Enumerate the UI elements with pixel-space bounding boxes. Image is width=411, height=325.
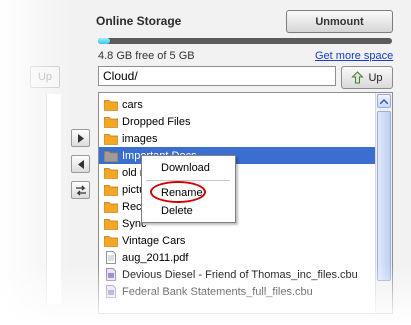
path-input[interactable] (98, 66, 336, 86)
cbu-file-icon (106, 268, 116, 281)
storage-progress-bar (98, 38, 392, 44)
sync-arrows-icon (75, 185, 86, 195)
folder-icon (104, 134, 118, 145)
file-list-item[interactable]: Dropped Files (99, 113, 375, 130)
get-more-space-link[interactable]: Get more space (315, 50, 393, 62)
copy-left-button[interactable] (71, 155, 90, 173)
chevron-up-icon (380, 98, 388, 104)
arrow-right-icon (77, 133, 84, 143)
unmount-button[interactable]: Unmount (286, 10, 393, 33)
sync-button[interactable] (71, 181, 90, 199)
folder-icon (104, 151, 118, 162)
menu-item-download[interactable]: Download (161, 162, 210, 174)
panel-title: Online Storage (96, 14, 182, 28)
file-list-item[interactable]: aug_2011.pdf (99, 249, 375, 266)
file-name: cars (122, 98, 143, 111)
file-name: Dropped Files (122, 115, 191, 128)
file-list-item[interactable]: Federal Bank Statements_full_files.cbu (99, 283, 375, 300)
folder-icon (104, 185, 118, 196)
file-name: images (122, 132, 158, 145)
document-icon (106, 251, 116, 264)
folder-icon (104, 202, 118, 213)
file-list-scrollbar[interactable] (375, 93, 392, 313)
scroll-thumb[interactable] (377, 111, 391, 281)
cbu-file-icon (106, 285, 116, 298)
menu-item-delete[interactable]: Delete (161, 205, 193, 217)
folder-icon (104, 168, 118, 179)
file-name: Devious Diesel - Friend of Thomas_inc_fi… (122, 268, 358, 281)
file-list-item[interactable]: cars (99, 96, 375, 113)
file-list-item[interactable]: images (99, 130, 375, 147)
folder-icon (104, 100, 118, 111)
folder-icon (104, 236, 118, 247)
arrow-left-icon (77, 159, 84, 169)
folder-icon (104, 117, 118, 128)
storage-info-text: 4.8 GB free of 5 GB (98, 50, 195, 62)
file-list-item[interactable]: Vintage Cars (99, 232, 375, 249)
up-folder-icon (351, 71, 365, 84)
storage-progress-fill (98, 38, 110, 44)
file-name: aug_2011.pdf (122, 251, 189, 264)
local-up-button[interactable]: Up (30, 66, 60, 88)
file-name: Vintage Cars (122, 234, 186, 247)
local-file-list[interactable] (46, 94, 61, 304)
copy-right-button[interactable] (71, 129, 90, 147)
rename-highlight-ring (150, 181, 206, 203)
up-button[interactable]: Up (341, 66, 393, 89)
file-list-item[interactable]: Devious Diesel - Friend of Thomas_inc_fi… (99, 266, 375, 283)
local-panel: Up (0, 0, 61, 325)
file-name: Federal Bank Statements_full_files.cbu (122, 285, 313, 298)
scroll-up-arrow[interactable] (377, 94, 391, 108)
up-button-label: Up (368, 71, 383, 84)
app-window: Up Online Storage Unmount 4.8 GB free of… (0, 0, 411, 325)
folder-icon (104, 219, 118, 230)
